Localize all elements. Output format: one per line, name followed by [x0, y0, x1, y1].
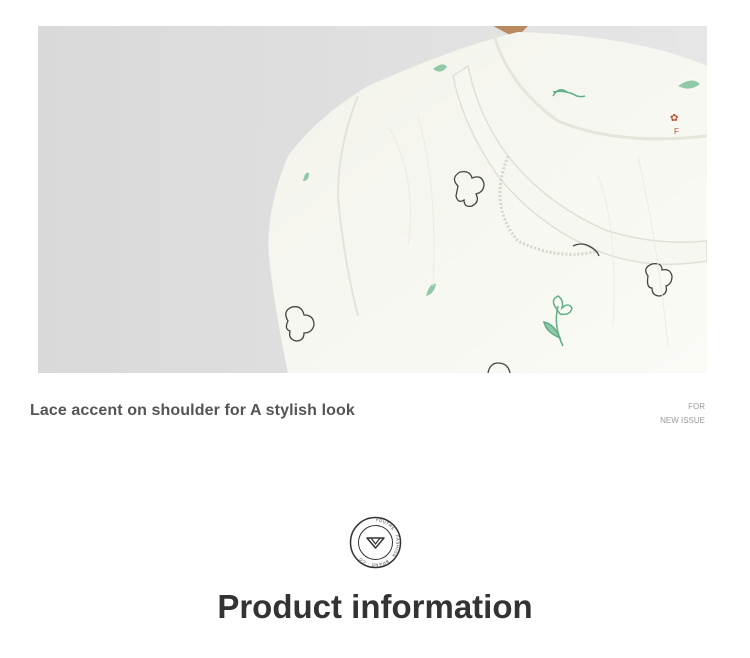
product-photo: ✿ F — [38, 26, 707, 373]
diamond-badge-icon: YOUTHS · FASHION · BRAND · CO. — [349, 516, 402, 569]
feature-caption: Lace accent on shoulder for A stylish lo… — [30, 402, 355, 419]
svg-text:F: F — [674, 127, 679, 136]
product-detail-page: ✿ F Lace accent on shoulder for A stylis… — [0, 0, 750, 658]
note-line-new-issue: NEW ISSUE — [660, 416, 705, 425]
section-title: Product information — [217, 588, 533, 625]
svg-text:✿: ✿ — [670, 113, 678, 124]
new-issue-note: FOR NEW ISSUE — [660, 400, 705, 428]
blouse-illustration: ✿ F — [38, 26, 707, 373]
note-line-for: FOR — [688, 402, 705, 411]
